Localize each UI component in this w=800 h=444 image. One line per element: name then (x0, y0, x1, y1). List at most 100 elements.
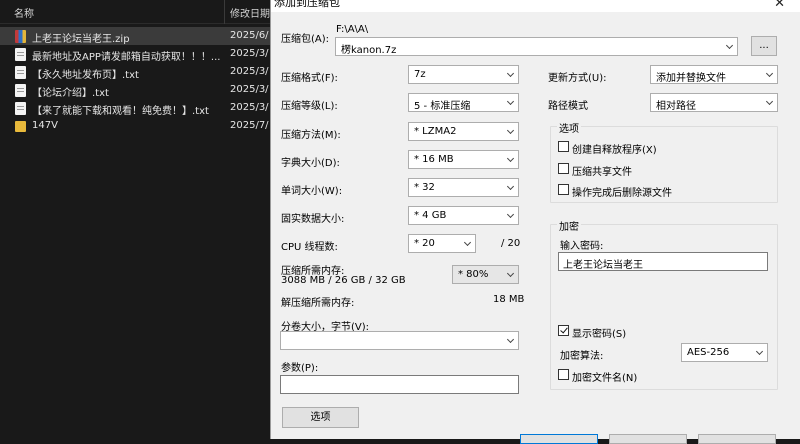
archive-name-value: 楞kanon.7z (341, 45, 397, 56)
enc-method-select[interactable]: AES-256 (681, 343, 768, 362)
close-icon[interactable]: ✕ (774, 0, 785, 11)
file-row[interactable]: 147V 2025/7/ (0, 117, 270, 135)
file-name: 最新地址及APP请发邮箱自动获取！！！.... (32, 52, 220, 63)
file-date: 2025/7/ (230, 120, 269, 131)
file-row[interactable]: 【永久地址发布页】.txt 2025/3/ (0, 63, 270, 81)
encrypt-names-checkbox[interactable] (558, 369, 569, 380)
zip-archive-icon (15, 30, 26, 43)
file-name: 【永久地址发布页】.txt (32, 70, 139, 81)
word-select[interactable]: * 32 (408, 178, 519, 197)
column-separator[interactable] (224, 0, 225, 24)
cpu-value: * 20 (414, 238, 435, 249)
chevron-down-icon (507, 184, 515, 192)
file-name: 【论坛介绍】.txt (32, 88, 109, 99)
show-password-label[interactable]: 显示密码(S) (572, 325, 626, 340)
chevron-down-icon (507, 212, 515, 220)
text-file-icon (15, 66, 26, 79)
update-value: 添加并替换文件 (656, 73, 726, 84)
cpu-select[interactable]: * 20 (408, 234, 476, 253)
file-row[interactable]: 最新地址及APP请发邮箱自动获取！！！.... 2025/3/ (0, 45, 270, 63)
text-file-icon (15, 102, 26, 115)
cpu-total: / 20 (501, 238, 521, 249)
enc-method-label: 加密算法: (560, 351, 604, 362)
volume-combo[interactable] (280, 331, 519, 350)
format-value: 7z (414, 69, 426, 80)
solid-select[interactable]: * 4 GB (408, 206, 519, 225)
solid-label: 固实数据大小: (281, 214, 345, 225)
file-row[interactable]: 【论坛介绍】.txt 2025/3/ (0, 81, 270, 99)
method-label: 压缩方法(M): (281, 130, 341, 141)
dict-select[interactable]: * 16 MB (408, 150, 519, 169)
shared-label[interactable]: 压缩共享文件 (572, 163, 632, 178)
options-button[interactable]: 选项 (282, 407, 359, 428)
shared-checkbox[interactable] (558, 163, 569, 174)
file-row[interactable]: 【来了就能下载和观看！纯免费！】.txt 2025/3/ (0, 99, 270, 117)
mem-decomp-label: 解压缩所需内存: (281, 298, 355, 309)
file-date: 2025/3/ (230, 66, 269, 77)
column-name-header[interactable]: 名称 (14, 5, 34, 20)
dialog-titlebar[interactable]: 添加到压缩包 ✕ (271, 0, 800, 12)
archive-path: F:\A\A\ (336, 24, 369, 35)
ok-button[interactable] (520, 434, 598, 444)
params-label: 参数(P): (281, 363, 319, 374)
cancel-button[interactable] (609, 434, 687, 444)
archive-label: 压缩包(A): (281, 34, 330, 45)
chevron-down-icon (507, 337, 515, 345)
dict-label: 字典大小(D): (281, 158, 340, 169)
word-value: * 32 (414, 182, 435, 193)
archive-name-combo[interactable]: 楞kanon.7z (335, 37, 738, 56)
chevron-down-icon (507, 128, 515, 136)
solid-value: * 4 GB (414, 210, 447, 221)
password-input[interactable]: 上老王论坛当老王 (558, 252, 768, 271)
file-date: 2025/3/ (230, 84, 269, 95)
level-value: 5 - 标准压缩 (414, 101, 471, 112)
delete-source-label[interactable]: 操作完成后删除源文件 (572, 184, 672, 199)
chevron-down-icon (507, 99, 515, 107)
file-date: 2025/3/ (230, 48, 269, 59)
add-to-archive-dialog: 添加到压缩包 ✕ 压缩包(A): F:\A\A\ 楞kanon.7z ... 压… (270, 0, 800, 444)
path-mode-value: 相对路径 (656, 101, 696, 112)
file-name: 上老王论坛当老王.zip (32, 34, 130, 45)
chevron-down-icon (766, 71, 774, 79)
folder-icon (15, 121, 26, 132)
word-label: 单词大小(W): (281, 186, 343, 197)
dict-value: * 16 MB (414, 154, 454, 165)
sfx-label[interactable]: 创建自释放程序(X) (572, 141, 657, 156)
path-mode-label: 路径模式 (548, 101, 588, 112)
file-explorer: 名称 修改日期 上老王论坛当老王.zip 2025/6/ 最新地址及APP请发邮… (0, 0, 270, 439)
sfx-checkbox[interactable] (558, 141, 569, 152)
level-select[interactable]: 5 - 标准压缩 (408, 93, 519, 112)
dialog-title: 添加到压缩包 (274, 0, 340, 9)
params-input[interactable] (280, 375, 519, 394)
chevron-down-icon (464, 240, 472, 248)
enc-method-value: AES-256 (687, 347, 730, 358)
method-select[interactable]: * LZMA2 (408, 122, 519, 141)
mem-comp-value: 3088 MB / 26 GB / 32 GB (281, 275, 406, 286)
file-row[interactable]: 上老王论坛当老王.zip 2025/6/ (0, 27, 270, 45)
update-select[interactable]: 添加并替换文件 (650, 65, 778, 84)
mem-decomp-value: 18 MB (493, 294, 525, 305)
show-password-checkbox[interactable] (558, 325, 569, 336)
file-name: 147V (32, 120, 58, 131)
explorer-column-header: 名称 修改日期 (0, 0, 270, 24)
help-button[interactable] (698, 434, 776, 444)
encryption-group-title: 加密 (557, 218, 581, 233)
path-mode-select[interactable]: 相对路径 (650, 93, 778, 112)
encrypt-names-label[interactable]: 加密文件名(N) (572, 369, 637, 384)
cpu-label: CPU 线程数: (281, 242, 338, 253)
file-name: 【来了就能下载和观看！纯免费！】.txt (32, 106, 209, 117)
format-label: 压缩格式(F): (281, 73, 338, 84)
password-label: 输入密码: (560, 241, 604, 252)
chevron-down-icon (507, 156, 515, 164)
mem-percent-value: * 80% (458, 269, 489, 280)
format-select[interactable]: 7z (408, 65, 519, 84)
text-file-icon (15, 84, 26, 97)
column-date-header[interactable]: 修改日期 (230, 5, 270, 20)
chevron-down-icon[interactable] (726, 43, 734, 51)
browse-button[interactable]: ... (751, 36, 777, 56)
chevron-down-icon (766, 99, 774, 107)
text-file-icon (15, 48, 26, 61)
delete-source-checkbox[interactable] (558, 184, 569, 195)
chevron-down-icon (756, 349, 764, 357)
mem-percent-select[interactable]: * 80% (452, 265, 519, 284)
